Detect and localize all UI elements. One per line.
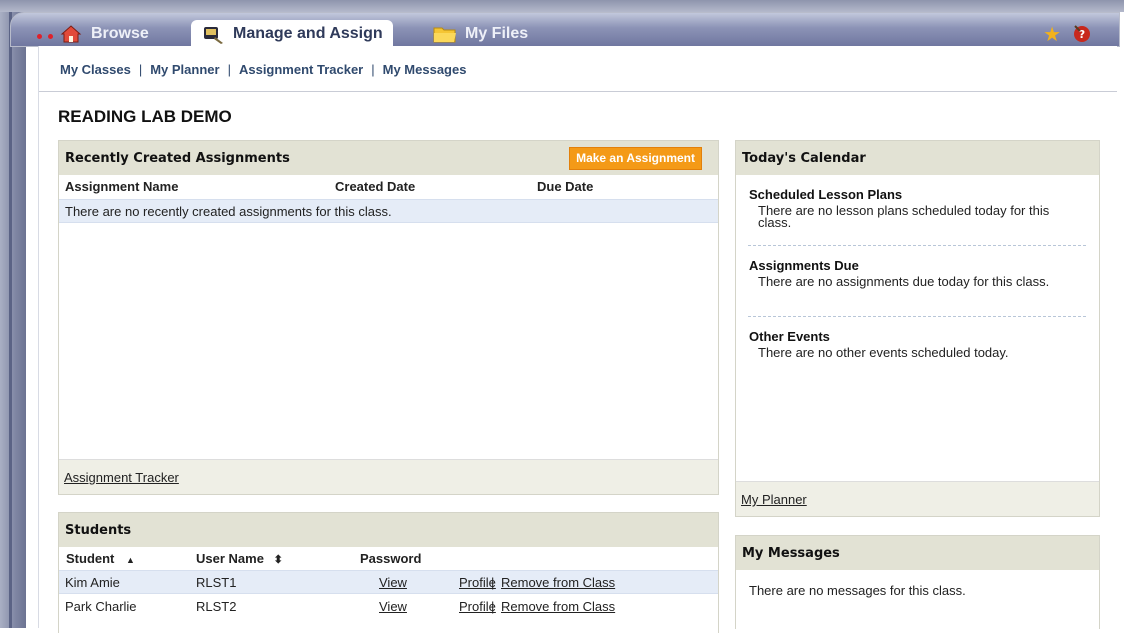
calendar-footer: My Planner bbox=[736, 481, 1099, 516]
tab-my-files[interactable]: My Files bbox=[433, 21, 528, 46]
subnav-divider bbox=[39, 91, 1117, 92]
section-divider bbox=[748, 316, 1086, 317]
lesson-plans-heading: Scheduled Lesson Plans bbox=[749, 187, 903, 202]
sort-ascending-icon[interactable]: ▲ bbox=[126, 555, 135, 565]
nav-my-classes[interactable]: My Classes bbox=[60, 62, 131, 77]
folder-icon bbox=[433, 23, 457, 45]
content-frame: My Classes | My Planner | Assignment Tracker… bbox=[38, 46, 1117, 633]
make-assignment-button[interactable]: Make an Assignment bbox=[569, 147, 702, 170]
student-username: RLST2 bbox=[196, 599, 237, 614]
nav-separator: | bbox=[227, 62, 231, 77]
nav-separator: | bbox=[371, 62, 375, 77]
student-name: Kim Amie bbox=[65, 575, 120, 590]
favorites-star-icon[interactable]: ★ bbox=[1043, 22, 1061, 47]
col-due-date[interactable]: Due Date bbox=[537, 179, 593, 194]
calendar-header: Today's Calendar bbox=[736, 141, 1099, 175]
my-planner-link[interactable]: My Planner bbox=[741, 492, 807, 507]
tab-manage-assign-label: Manage and Assign bbox=[233, 24, 383, 42]
top-banner bbox=[0, 0, 1124, 12]
section-divider bbox=[748, 245, 1086, 246]
page-title: READING LAB DEMO bbox=[58, 107, 232, 126]
view-password-link[interactable]: View bbox=[379, 599, 407, 614]
assignments-due-heading: Assignments Due bbox=[749, 258, 859, 273]
col-student-label: Student bbox=[66, 551, 115, 566]
nav-my-planner[interactable]: My Planner bbox=[150, 62, 219, 77]
dot-icon bbox=[48, 34, 53, 39]
left-rail bbox=[9, 0, 12, 628]
other-events-message: There are no other events scheduled toda… bbox=[758, 345, 1009, 360]
remove-from-class-link[interactable]: Remove from Class bbox=[501, 575, 615, 590]
dot-icon bbox=[37, 34, 42, 39]
empty-assignments-message: There are no recently created assignment… bbox=[65, 204, 392, 219]
col-assignment-name[interactable]: Assignment Name bbox=[65, 179, 178, 194]
link-separator: | bbox=[491, 599, 495, 614]
assignment-tracker-link[interactable]: Assignment Tracker bbox=[64, 470, 179, 485]
col-created-date[interactable]: Created Date bbox=[335, 179, 415, 194]
lesson-plans-message: There are no lesson plans scheduled toda… bbox=[758, 203, 1050, 230]
left-chrome bbox=[0, 0, 26, 628]
student-username: RLST1 bbox=[196, 575, 237, 590]
tab-my-files-label: My Files bbox=[465, 24, 529, 42]
nav-assignment-tracker[interactable]: Assignment Tracker bbox=[239, 62, 363, 77]
link-separator: | bbox=[491, 575, 495, 590]
todays-calendar-panel: Today's Calendar Scheduled Lesson Plans … bbox=[735, 140, 1100, 517]
col-student[interactable]: Student ▲ bbox=[66, 551, 135, 566]
sub-navigation: My Classes | My Planner | Assignment Tracker… bbox=[60, 62, 466, 77]
col-password: Password bbox=[360, 551, 422, 566]
nav-separator: | bbox=[138, 62, 143, 77]
messages-header: My Messages bbox=[736, 536, 1099, 570]
col-user-name[interactable]: User Name ⬍ bbox=[196, 551, 283, 566]
my-messages-panel: My Messages There are no messages for th… bbox=[735, 535, 1100, 629]
manage-assign-icon bbox=[201, 23, 225, 45]
window-dots bbox=[37, 27, 59, 42]
other-events-heading: Other Events bbox=[749, 329, 830, 344]
recent-assignments-panel: Recently Created Assignments Make an Ass… bbox=[58, 140, 719, 495]
students-panel: Students Student ▲ User Name ⬍ Password … bbox=[58, 512, 719, 633]
calendar-title: Today's Calendar bbox=[742, 150, 866, 166]
recent-assignments-title: Recently Created Assignments bbox=[65, 150, 290, 166]
nav-my-messages[interactable]: My Messages bbox=[383, 62, 467, 77]
students-header: Students bbox=[59, 513, 718, 547]
recent-assignments-footer: Assignment Tracker bbox=[59, 459, 718, 494]
students-title: Students bbox=[65, 522, 132, 538]
assignments-due-message: There are no assignments due today for t… bbox=[758, 274, 1050, 289]
help-icon[interactable]: ? bbox=[1071, 22, 1093, 49]
remove-from-class-link[interactable]: Remove from Class bbox=[501, 599, 615, 614]
tab-browse-label: Browse bbox=[91, 24, 149, 42]
browse-house-icon bbox=[59, 23, 83, 45]
sort-toggle-icon[interactable]: ⬍ bbox=[274, 554, 283, 566]
view-password-link[interactable]: View bbox=[379, 575, 407, 590]
col-user-name-label: User Name bbox=[196, 551, 264, 566]
student-name: Park Charlie bbox=[65, 599, 137, 614]
messages-title: My Messages bbox=[742, 545, 840, 561]
tab-manage-assign[interactable]: Manage and Assign bbox=[191, 20, 393, 47]
tab-browse[interactable]: Browse bbox=[59, 21, 149, 46]
empty-messages: There are no messages for this class. bbox=[749, 583, 966, 598]
main-tab-bar: Browse Manage and Assign My Files ★ ? bbox=[10, 12, 1120, 47]
